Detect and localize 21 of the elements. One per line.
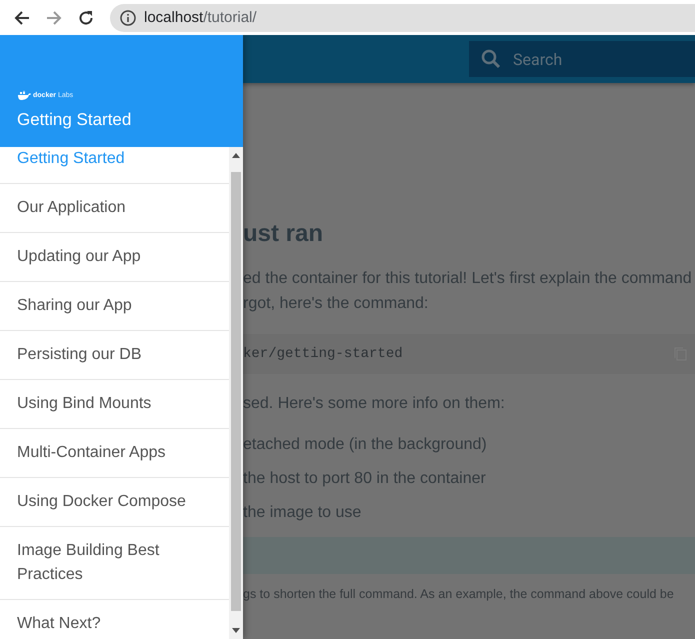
scroll-down-icon[interactable] bbox=[232, 628, 240, 633]
search-icon bbox=[481, 49, 501, 69]
drawer-title: Getting Started bbox=[17, 110, 132, 130]
list-item: the image to use bbox=[243, 504, 362, 521]
scrollbar[interactable] bbox=[229, 147, 243, 639]
back-arrow-icon bbox=[14, 10, 30, 26]
code-text: ker/getting-started bbox=[243, 346, 403, 362]
search-placeholder: Search bbox=[513, 50, 562, 68]
reload-icon bbox=[78, 10, 94, 26]
paragraph-line: ed the container for this tutorial! Let's first explain the command bbox=[243, 269, 693, 289]
section-heading: ust ran bbox=[243, 220, 324, 248]
paragraph: gs to shorten the full command. As an example, the command above could be bbox=[243, 587, 675, 601]
info-icon bbox=[120, 10, 136, 26]
scroll-up-icon[interactable] bbox=[232, 153, 240, 158]
list-item: the host to port 80 in the container bbox=[243, 470, 486, 487]
forward-arrow-icon bbox=[46, 10, 62, 26]
paragraph: sed. Here's some more info on them: bbox=[243, 394, 506, 414]
paragraph-line: rgot, here's the command: bbox=[243, 294, 430, 314]
scrollbar-thumb[interactable] bbox=[231, 172, 241, 611]
address-bar[interactable]: localhost/tutorial/ bbox=[110, 4, 695, 32]
list-item: etached mode (in the background) bbox=[243, 436, 487, 453]
